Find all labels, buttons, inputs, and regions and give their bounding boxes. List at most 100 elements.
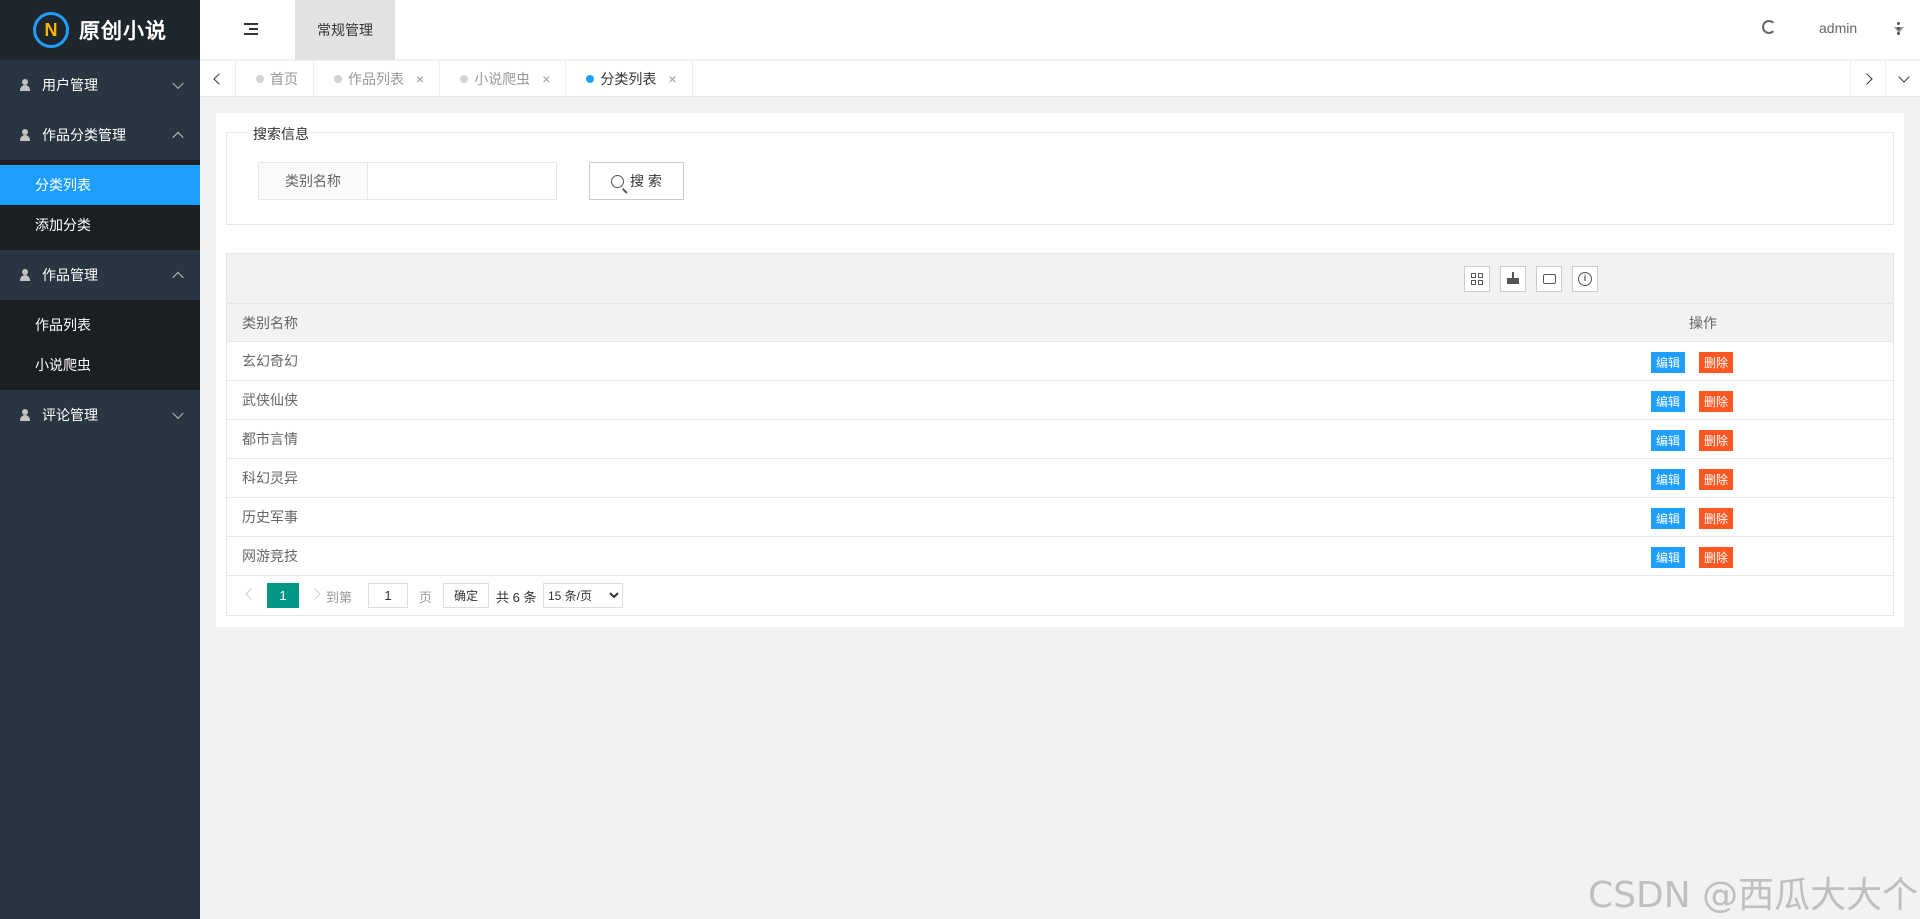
page-size-select[interactable]: 15 条/页	[543, 583, 623, 608]
sidebar-item-novel-crawler[interactable]: 小说爬虫	[0, 345, 200, 385]
column-header-name[interactable]: 类别名称	[227, 313, 1227, 333]
refresh-icon[interactable]	[1762, 20, 1776, 34]
goto-page-input[interactable]	[368, 583, 408, 608]
category-name-cell: 网游竞技	[242, 548, 298, 564]
header-tab-general[interactable]: 常规管理	[295, 0, 395, 60]
more-vertical-icon[interactable]	[1897, 22, 1901, 36]
table-row: 武侠仙侠 编辑 删除	[227, 381, 1893, 420]
column-header-actions: 操作	[1689, 314, 1717, 331]
logo-icon: N	[33, 12, 69, 48]
sidebar-group-label: 作品管理	[42, 267, 98, 283]
goto-confirm-button[interactable]: 确定	[443, 583, 489, 608]
edit-button[interactable]: 编辑	[1651, 508, 1685, 529]
page-unit-label: 页	[419, 590, 433, 605]
sidebar-group-label: 用户管理	[42, 77, 98, 93]
sidebar-submenu-works: 作品列表 小说爬虫	[0, 300, 200, 390]
grid-icon	[1471, 273, 1483, 285]
category-table: i 类别名称 操作 玄幻奇幻 编辑 删除 武侠仙侠 编辑 删除 都市言情 编辑 …	[226, 253, 1894, 616]
info-button[interactable]: i	[1572, 266, 1598, 292]
edit-button[interactable]: 编辑	[1651, 430, 1685, 451]
print-icon	[1542, 274, 1556, 284]
tab-label: 作品列表	[348, 71, 404, 87]
delete-button[interactable]: 删除	[1699, 430, 1733, 451]
current-page-button[interactable]: 1	[267, 583, 299, 608]
close-icon[interactable]: ×	[668, 71, 676, 87]
delete-button[interactable]: 删除	[1699, 469, 1733, 490]
sidebar: N 原创小说 用户管理 作品分类管理 分类列表 添加分类 作品管理 作品列表 小…	[0, 0, 200, 919]
goto-label: 到第	[326, 590, 353, 605]
category-name-cell: 科幻灵异	[242, 470, 298, 486]
edit-button[interactable]: 编辑	[1651, 547, 1685, 568]
tab-home[interactable]: 首页	[236, 61, 314, 97]
tabs-scroll-left-button[interactable]	[200, 61, 236, 97]
tab-novel-crawler[interactable]: 小说爬虫 ×	[440, 61, 567, 97]
user-icon	[20, 409, 30, 421]
table-row: 都市言情 编辑 删除	[227, 420, 1893, 459]
tab-dot-icon	[334, 75, 342, 83]
tab-label: 分类列表	[600, 71, 657, 87]
tab-label: 首页	[270, 71, 298, 87]
tabs-menu-button[interactable]	[1885, 61, 1920, 97]
delete-button[interactable]: 删除	[1699, 352, 1733, 373]
chevron-up-icon	[172, 131, 184, 144]
close-icon[interactable]: ×	[542, 71, 550, 87]
next-page-icon[interactable]	[309, 588, 321, 600]
search-icon	[611, 174, 625, 188]
menu-toggle-icon[interactable]	[244, 23, 258, 35]
delete-button[interactable]: 删除	[1699, 508, 1733, 529]
search-fieldset: 搜索信息 类别名称 搜 索	[226, 124, 1894, 225]
table-row: 玄幻奇幻 编辑 删除	[227, 342, 1893, 381]
sidebar-item-add-category[interactable]: 添加分类	[0, 205, 200, 245]
top-header: 常规管理 admin	[200, 0, 1920, 60]
category-name-input[interactable]	[367, 162, 557, 200]
user-icon	[20, 269, 30, 281]
pagination: 1 到第 页 确定 共 6 条 15 条/页	[227, 576, 1893, 615]
tab-dot-icon	[586, 75, 595, 83]
tab-dot-icon	[256, 75, 264, 83]
user-menu[interactable]: admin	[1819, 20, 1857, 36]
tabs-scroll-right-button[interactable]	[1850, 61, 1886, 97]
watermark: CSDN @西瓜大大个	[1588, 875, 1919, 916]
export-icon	[1507, 272, 1519, 284]
export-button[interactable]	[1500, 266, 1526, 292]
print-button[interactable]	[1536, 266, 1562, 292]
search-button[interactable]: 搜 索	[589, 162, 684, 200]
chevron-down-icon	[1897, 70, 1910, 83]
tab-category-list[interactable]: 分类列表 ×	[566, 61, 693, 97]
search-legend: 搜索信息	[249, 124, 313, 144]
sidebar-submenu-category: 分类列表 添加分类	[0, 160, 200, 250]
tab-works-list[interactable]: 作品列表 ×	[314, 61, 441, 97]
edit-button[interactable]: 编辑	[1651, 469, 1685, 490]
sidebar-group-category-management[interactable]: 作品分类管理	[0, 110, 200, 160]
chevron-down-icon	[172, 77, 184, 90]
delete-button[interactable]: 删除	[1699, 547, 1733, 568]
category-name-cell: 都市言情	[242, 431, 298, 447]
chevron-up-icon	[172, 271, 184, 284]
total-count: 共 6 条	[496, 590, 537, 605]
table-row: 网游竞技 编辑 删除	[227, 537, 1893, 576]
chevron-left-icon	[213, 73, 225, 85]
sidebar-group-works-management[interactable]: 作品管理	[0, 250, 200, 300]
category-name-cell: 玄幻奇幻	[242, 353, 298, 369]
sidebar-item-works-list[interactable]: 作品列表	[0, 305, 200, 345]
table-row: 科幻灵异 编辑 删除	[227, 459, 1893, 498]
delete-button[interactable]: 删除	[1699, 391, 1733, 412]
columns-filter-button[interactable]	[1464, 266, 1490, 292]
table-header: 类别名称 操作	[227, 304, 1893, 342]
category-name-cell: 历史军事	[242, 509, 298, 525]
close-icon[interactable]: ×	[416, 71, 424, 87]
logo[interactable]: N 原创小说	[0, 0, 200, 60]
sidebar-group-comment-management[interactable]: 评论管理	[0, 390, 200, 440]
sidebar-group-label: 评论管理	[42, 407, 98, 423]
table-toolbar: i	[227, 254, 1893, 304]
user-icon	[20, 79, 30, 91]
prev-page-icon[interactable]	[245, 588, 257, 600]
edit-button[interactable]: 编辑	[1651, 391, 1685, 412]
app-title: 原创小说	[79, 20, 167, 43]
sidebar-item-category-list[interactable]: 分类列表	[0, 165, 200, 205]
tab-label: 小说爬虫	[474, 71, 531, 87]
search-field-label: 类别名称	[258, 162, 368, 200]
info-icon: i	[1578, 272, 1592, 286]
edit-button[interactable]: 编辑	[1651, 352, 1685, 373]
sidebar-group-user-management[interactable]: 用户管理	[0, 60, 200, 110]
